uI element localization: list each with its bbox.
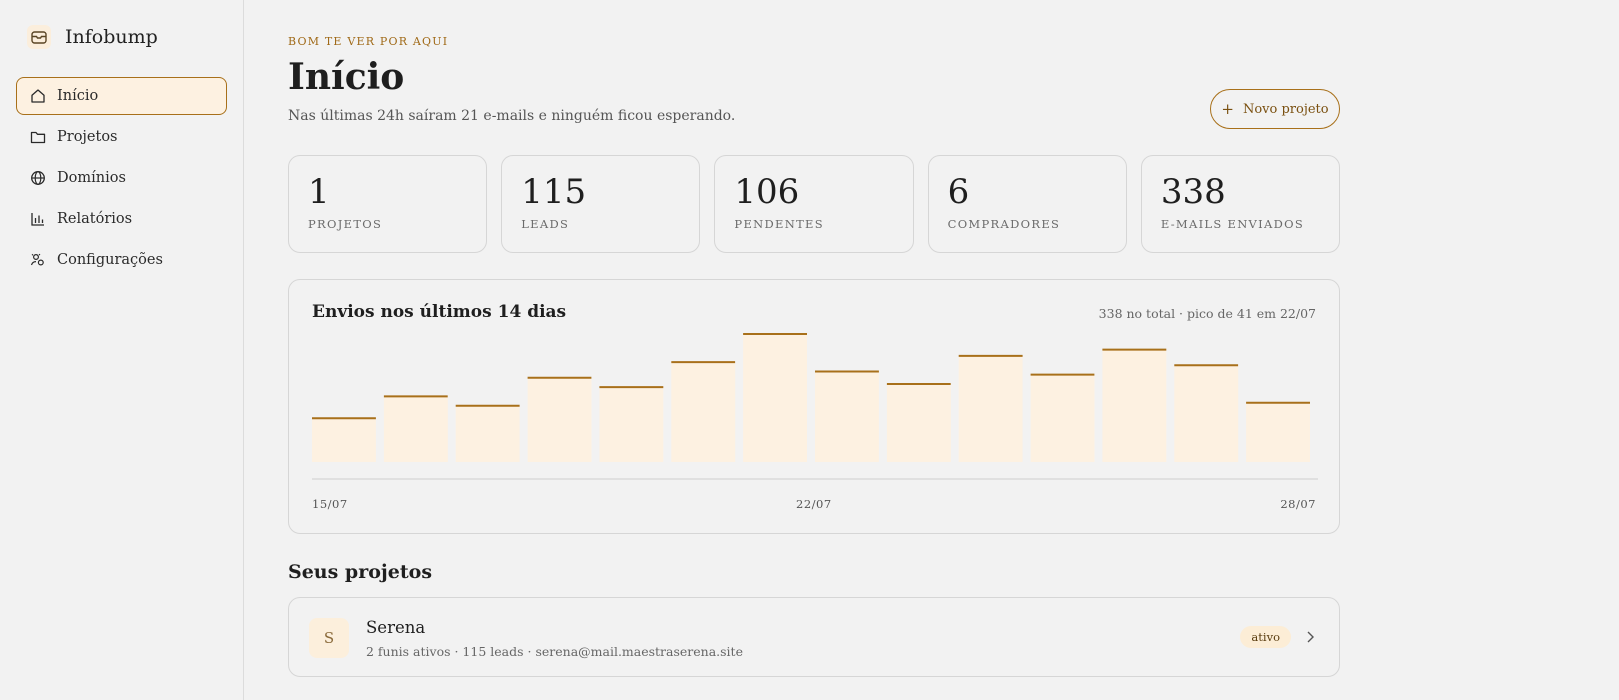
stat-card-projetos: 1 PROJETOS	[288, 155, 488, 253]
chart-bar-28/07	[1246, 402, 1310, 462]
sidebar-item-configuracoes[interactable]: Configurações	[16, 241, 227, 279]
home-icon	[29, 88, 46, 105]
stat-label: E-MAILS ENVIADOS	[1160, 217, 1305, 232]
sidebar-nav: Início Projetos Domínios Relatórios Conf…	[16, 77, 227, 282]
sidebar-item-label: Projetos	[57, 129, 118, 145]
stat-value: 115	[521, 172, 587, 212]
chart-bar-17/07	[455, 405, 520, 462]
new-project-label: Novo projeto	[1242, 101, 1329, 117]
stat-label: COMPRADORES	[947, 217, 1061, 232]
x-tick-label: 15/07	[312, 497, 348, 511]
stats-row: 1 PROJETOS 115 LEADS 106 PENDENTES 6 COM…	[288, 155, 1341, 253]
status-badge: ativo	[1240, 626, 1291, 648]
new-project-button[interactable]: + Novo projeto	[1210, 89, 1340, 129]
chart-bar-16/07	[383, 396, 448, 462]
chart-bar-26/07	[1102, 349, 1167, 462]
chart-bar-20/07	[671, 362, 736, 462]
stat-card-compradores: 6 COMPRADORES	[927, 155, 1127, 253]
mail-icon	[27, 25, 51, 49]
project-name: Serena	[366, 618, 426, 637]
stat-card-pendentes: 106 PENDENTES	[714, 155, 914, 253]
plus-icon: +	[1221, 100, 1234, 118]
chart-bar-23/07	[886, 384, 951, 462]
chevron-right-icon[interactable]	[1303, 629, 1317, 645]
sidebar-item-label: Relatórios	[57, 211, 133, 227]
globe-icon	[29, 170, 46, 187]
chart-bar-18/07	[527, 377, 592, 462]
stat-card-leads: 115 LEADS	[501, 155, 701, 253]
chart-title: Envios nos últimos 14 dias	[312, 302, 567, 322]
stat-value: 106	[734, 172, 800, 212]
chart-summary: 338 no total · pico de 41 em 22/07	[1098, 306, 1316, 321]
brand-name: Infobump	[65, 26, 158, 48]
stat-label: PENDENTES	[734, 217, 824, 232]
settings-icon	[29, 252, 46, 269]
sends-bar-chart	[312, 333, 1318, 480]
x-tick-label: 22/07	[796, 497, 832, 511]
sidebar-item-relatorios[interactable]: Relatórios	[16, 200, 227, 238]
sidebar-item-label: Início	[57, 88, 99, 104]
chart-bar-21/07	[743, 334, 807, 462]
sidebar-item-inicio[interactable]: Início	[16, 77, 227, 115]
chart-bar-25/07	[1030, 374, 1095, 462]
stat-value: 6	[947, 172, 970, 212]
stat-value: 1	[308, 172, 330, 212]
chart-bar-24/07	[958, 355, 1023, 462]
sidebar-item-dominios[interactable]: Domínios	[16, 159, 227, 197]
greeting-eyebrow: BOM TE VER POR AQUI	[288, 35, 449, 48]
stat-value: 338	[1160, 172, 1226, 212]
chart-bar-15/07	[312, 418, 376, 462]
folder-icon	[29, 129, 46, 146]
chart-bar-22/07	[815, 371, 879, 462]
project-meta: 2 funis ativos · 115 leads · serena@mail…	[366, 644, 743, 659]
chart-bar-27/07	[1174, 365, 1239, 462]
brand[interactable]: Infobump	[27, 25, 158, 49]
stat-card-emails-enviados: 338 E-MAILS ENVIADOS	[1140, 155, 1341, 253]
stat-label: LEADS	[521, 217, 570, 232]
project-avatar: S	[309, 618, 349, 658]
page-title: Início	[288, 56, 405, 98]
projects-section-title: Seus projetos	[288, 561, 433, 583]
chart-bar-19/07	[599, 387, 664, 462]
project-card-serena[interactable]: S Serena 2 funis ativos · 115 leads · se…	[288, 597, 1340, 677]
x-tick-label: 28/07	[1280, 497, 1316, 511]
sidebar-item-label: Configurações	[57, 252, 163, 268]
page-subtitle: Nas últimas 24h saíram 21 e-mails e ning…	[288, 108, 736, 124]
bar-chart-icon	[29, 211, 46, 228]
sends-chart-card: Envios nos últimos 14 dias 338 no total …	[288, 279, 1340, 534]
sidebar-item-projetos[interactable]: Projetos	[16, 118, 227, 156]
stat-label: PROJETOS	[308, 217, 383, 232]
sidebar: Infobump Início Projetos Domínios Relató…	[0, 0, 244, 700]
sidebar-item-label: Domínios	[57, 170, 126, 186]
